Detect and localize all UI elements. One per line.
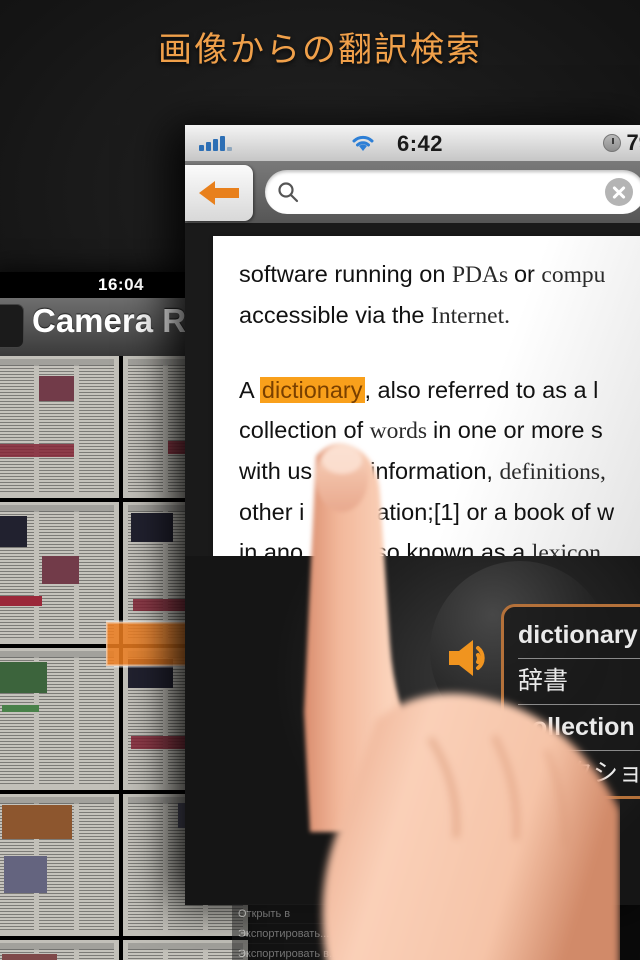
- thumbnail-item[interactable]: [0, 356, 119, 498]
- dict-row[interactable]: le: [518, 797, 640, 799]
- bg-back-button[interactable]: [0, 304, 24, 348]
- dictionary-results-panel[interactable]: dictionary 辞書 collection コレクション le: [501, 604, 640, 799]
- doc-line: with us information, definitions,: [239, 458, 606, 485]
- search-toolbar: [185, 161, 640, 223]
- search-input[interactable]: [265, 170, 640, 214]
- context-menu-item[interactable]: Экспортировать...: [232, 924, 368, 944]
- doc-line: collection of words in one or more s: [239, 417, 603, 444]
- translation-area: dictionary 辞書 collection コレクション le: [185, 556, 640, 905]
- dict-row[interactable]: コレクション: [518, 751, 640, 796]
- context-menu-item[interactable]: Открыть в: [232, 904, 368, 924]
- dict-row[interactable]: dictionary: [518, 613, 640, 659]
- foreground-phone-translator-app: 6:42 79 software: [185, 125, 640, 905]
- dict-row[interactable]: 辞書: [518, 659, 640, 705]
- doc-line: accessible via the Internet.: [239, 302, 510, 329]
- speaker-icon[interactable]: [447, 636, 495, 680]
- thumbnail-item[interactable]: [0, 502, 119, 644]
- search-icon: [278, 182, 299, 203]
- doc-line: software running on PDAs or compu: [239, 261, 606, 288]
- fg-status-bar: 6:42 79: [185, 125, 640, 161]
- clock-icon: [602, 134, 621, 152]
- doc-line: other i ation;[1] or a book of w: [239, 499, 615, 525]
- battery-percent: 79: [626, 130, 640, 155]
- thumbnail-item[interactable]: [0, 648, 119, 790]
- dict-row[interactable]: collection: [518, 705, 640, 751]
- doc-line: A dictionary, also referred to as a l: [239, 377, 599, 403]
- bg-nav-title: Camera R: [32, 302, 187, 339]
- thumbnail-item[interactable]: [0, 794, 119, 936]
- app-screenshot: 画像からの翻訳検索 16:04 Camera R 6:42 7 software…: [0, 0, 640, 960]
- back-arrow-icon: [199, 181, 239, 205]
- highlighted-word[interactable]: dictionary: [259, 377, 365, 403]
- back-button[interactable]: [185, 165, 253, 221]
- thumbnail-item[interactable]: [123, 940, 248, 960]
- battery-indicator: 79: [602, 130, 640, 156]
- page-title: 画像からの翻訳検索: [158, 30, 482, 70]
- clear-icon[interactable]: [605, 178, 633, 206]
- context-menu[interactable]: Открыть в Экспортировать... Экспортирова…: [232, 904, 368, 960]
- thumbnail-item[interactable]: [0, 940, 119, 960]
- doc-line: in ano so known as a lexicon: [239, 539, 601, 556]
- context-menu-item[interactable]: Экспортировать в...: [232, 944, 368, 960]
- scanned-document-view[interactable]: software running on PDAs or compu access…: [213, 236, 640, 556]
- fg-status-time: 6:42: [396, 131, 444, 156]
